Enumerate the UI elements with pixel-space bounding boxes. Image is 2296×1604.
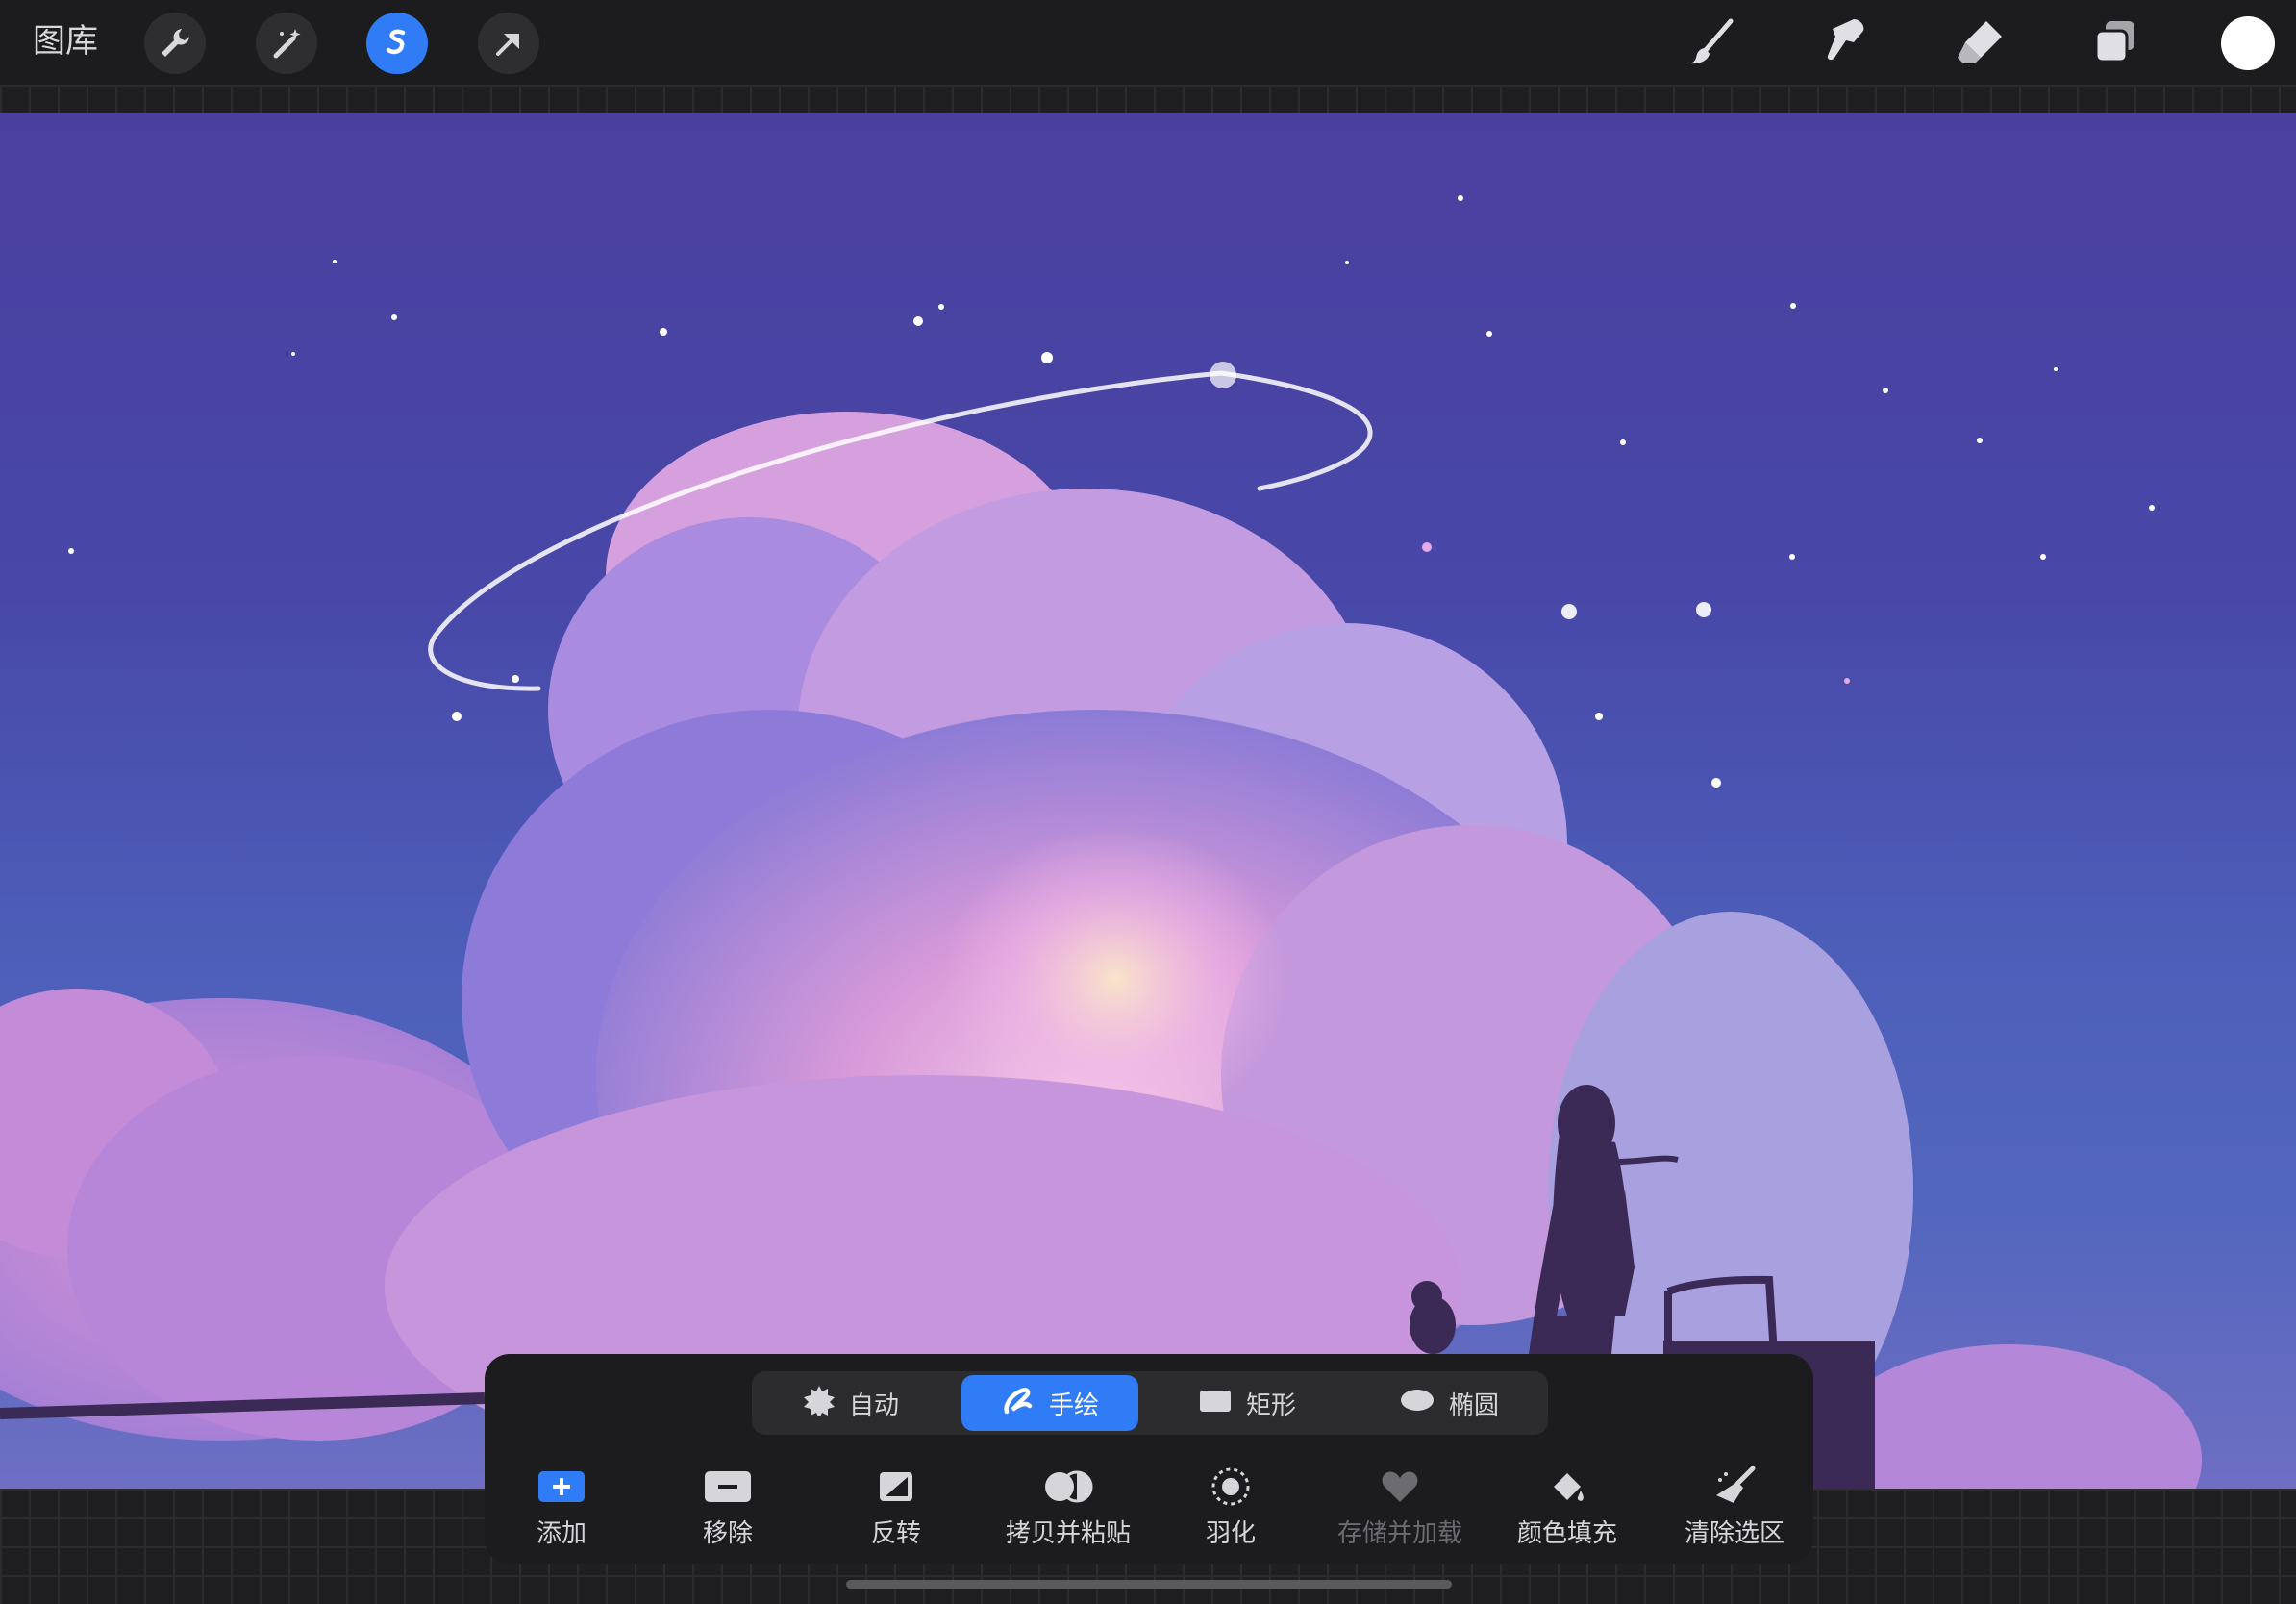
action-label: 清除选区 [1684,1519,1784,1548]
mode-auto[interactable]: 自动 [756,1375,946,1431]
eraser-icon[interactable] [1952,13,2009,71]
action-label: 颜色填充 [1516,1519,1617,1548]
invert-button[interactable]: 反转 [819,1466,973,1558]
layers-icon[interactable] [2086,13,2144,71]
mode-label: 矩形 [1245,1391,1296,1420]
canvas-grid-top [0,85,2296,113]
rectangle-icon [1198,1387,1233,1420]
copy-paste-button[interactable]: 拷贝并粘贴 [986,1466,1150,1558]
artwork-canvas[interactable]: Summer Evening [0,113,2296,1489]
home-indicator[interactable] [846,1580,1452,1589]
save-load-button[interactable]: 存储并加载 [1313,1466,1486,1558]
transform-arrow-icon[interactable] [478,13,539,74]
add-icon [538,1466,585,1508]
action-label: 反转 [870,1519,921,1548]
mode-label: 椭圆 [1448,1391,1499,1420]
mode-label: 手绘 [1048,1391,1099,1420]
ellipse-icon [1399,1387,1435,1420]
action-label: 添加 [536,1519,586,1548]
clear-selection-button[interactable]: 清除选区 [1648,1466,1821,1558]
color-picker-swatch[interactable] [2221,16,2275,70]
mode-rectangle[interactable]: 矩形 [1156,1375,1338,1431]
clear-selection-icon [1712,1466,1757,1508]
mode-label: 自动 [848,1391,899,1420]
save-load-heart-icon [1381,1466,1419,1508]
top-toolbar: 图库 [0,0,2296,85]
remove-icon [705,1466,751,1508]
color-fill-button[interactable]: 颜色填充 [1481,1466,1654,1558]
action-label: 拷贝并粘贴 [1005,1519,1131,1548]
action-label: 羽化 [1205,1519,1256,1548]
mode-freehand[interactable]: 手绘 [961,1375,1138,1431]
copy-paste-icon [1042,1466,1094,1508]
smudge-icon[interactable] [1817,13,1875,71]
selection-mode-bar: 自动 手绘 矩形 椭圆 [752,1371,1548,1435]
action-label: 移除 [702,1519,753,1548]
mode-ellipse[interactable]: 椭圆 [1354,1375,1544,1431]
freehand-icon [1001,1383,1036,1424]
feather-button[interactable]: 羽化 [1154,1466,1308,1558]
color-fill-icon [1548,1466,1586,1508]
brush-icon[interactable] [1683,13,1740,71]
auto-icon [803,1384,836,1423]
action-label: 存储并加载 [1336,1519,1462,1548]
artwork-illustration [0,195,2202,1489]
feather-icon [1210,1466,1252,1508]
gallery-button[interactable]: 图库 [33,17,98,65]
add-button[interactable]: 添加 [485,1466,638,1558]
remove-button[interactable]: 移除 [651,1466,805,1558]
selection-panel: 自动 手绘 矩形 椭圆 添加 移除 反转 拷贝并粘贴 羽化 存储并加载 颜色填充… [485,1354,1813,1564]
adjust-wrench-icon[interactable] [144,13,206,74]
selection-icon[interactable] [366,13,428,74]
invert-icon [878,1466,914,1508]
magic-wand-icon[interactable] [256,13,317,74]
